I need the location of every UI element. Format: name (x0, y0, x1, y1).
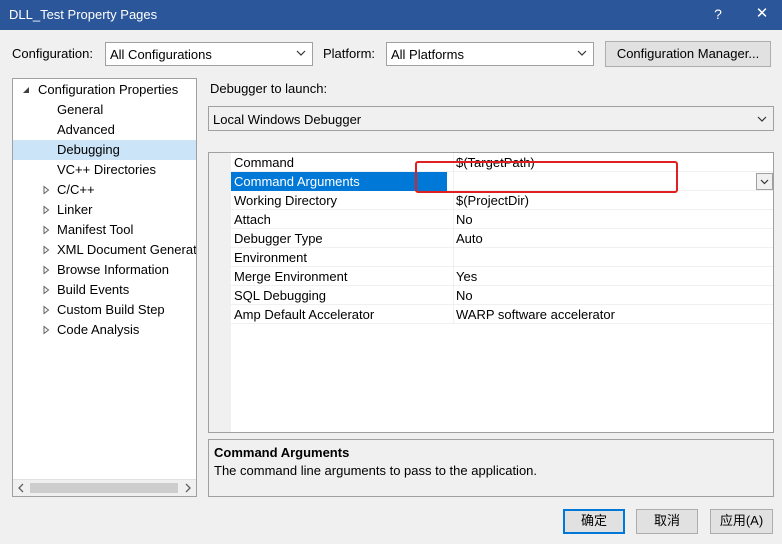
debugger-select[interactable]: Local Windows Debugger (208, 106, 774, 131)
property-name: Environment (234, 250, 307, 265)
tree-item-label: Browse Information (57, 262, 169, 277)
tree-item-label: C/C++ (57, 182, 95, 197)
property-value[interactable]: No (453, 286, 753, 305)
tree-item[interactable]: C/C++ (13, 180, 196, 200)
property-row[interactable]: Debugger Type Auto (231, 229, 773, 248)
scroll-right-icon[interactable] (183, 483, 193, 493)
configuration-manager-button[interactable]: Configuration Manager... (605, 41, 771, 67)
window-title: DLL_Test Property Pages (9, 7, 158, 22)
tree-item[interactable]: Linker (13, 200, 196, 220)
configuration-label: Configuration: (12, 46, 93, 61)
tree-item[interactable]: Manifest Tool (13, 220, 196, 240)
title-bar: DLL_Test Property Pages ? ✕ (0, 0, 782, 30)
collapsed-triangle-icon[interactable] (41, 325, 51, 335)
collapsed-triangle-icon[interactable] (41, 225, 51, 235)
property-value[interactable] (453, 248, 753, 267)
scroll-thumb[interactable] (30, 483, 178, 493)
collapsed-triangle-icon[interactable] (41, 265, 51, 275)
collapsed-triangle-icon[interactable] (41, 305, 51, 315)
property-row[interactable]: Amp Default Accelerator WARP software acc… (231, 305, 773, 324)
tree-item[interactable]: Advanced (13, 120, 196, 140)
ok-button[interactable]: 确定 (563, 509, 625, 534)
cancel-button[interactable]: 取消 (636, 509, 698, 534)
property-row[interactable]: Environment (231, 248, 773, 267)
platform-select[interactable]: All Platforms (386, 42, 594, 66)
tree-item-label: Code Analysis (57, 322, 140, 337)
configuration-select[interactable]: All Configurations (105, 42, 313, 66)
chevron-down-icon (577, 50, 587, 56)
chevron-down-icon (296, 50, 306, 56)
chevron-down-icon (760, 179, 769, 185)
property-grid[interactable]: Command $(TargetPath) Command Arguments Wor… (208, 152, 774, 433)
property-name: Merge Environment (234, 269, 348, 284)
tree-item[interactable]: XML Document Generat (13, 240, 196, 260)
collapsed-triangle-icon[interactable] (41, 245, 51, 255)
tree-item[interactable]: Build Events (13, 280, 196, 300)
description-text: The command line arguments to pass to th… (214, 463, 538, 478)
property-value[interactable]: No (453, 210, 753, 229)
tree-item[interactable]: Configuration Properties (13, 80, 196, 100)
property-row[interactable]: Working Directory $(ProjectDir) (231, 191, 773, 210)
property-tree[interactable]: Configuration Properties General Advanced D… (12, 78, 197, 497)
platform-label: Platform: (323, 46, 376, 61)
tree-item[interactable]: Code Analysis (13, 320, 196, 340)
grid-gutter (209, 153, 231, 432)
property-value[interactable]: Yes (453, 267, 753, 286)
property-row[interactable]: Attach No (231, 210, 773, 229)
tree-item[interactable]: Browse Information (13, 260, 196, 280)
tree-horizontal-scrollbar[interactable] (13, 479, 196, 496)
tree-item-label: Build Events (57, 282, 130, 297)
property-row[interactable]: SQL Debugging No (231, 286, 773, 305)
property-name: Debugger Type (234, 231, 323, 246)
property-name: Attach (234, 212, 271, 227)
tree-item-label: Debugging (57, 142, 120, 157)
close-button[interactable]: ✕ (752, 4, 772, 24)
description-title: Command Arguments (214, 445, 350, 460)
tree-item-label: Custom Build Step (57, 302, 165, 317)
debugger-value: Local Windows Debugger (213, 112, 362, 127)
description-panel: Command Arguments The command line argum… (208, 439, 774, 497)
property-name: SQL Debugging (234, 288, 327, 303)
configuration-value: All Configurations (110, 47, 212, 62)
tree-item-label: Advanced (57, 122, 115, 137)
tree-item-label: VC++ Directories (57, 162, 156, 177)
tree-item[interactable]: General (13, 100, 196, 120)
chevron-down-icon (757, 116, 767, 122)
collapsed-triangle-icon[interactable] (41, 185, 51, 195)
platform-value: All Platforms (391, 47, 464, 62)
property-value[interactable]: WARP software accelerator (453, 305, 753, 324)
tree-item[interactable]: Debugging (13, 140, 196, 160)
tree-item-label: Linker (57, 202, 93, 217)
property-row[interactable]: Merge Environment Yes (231, 267, 773, 286)
property-value[interactable]: Auto (453, 229, 753, 248)
tree-item-label: XML Document Generat (57, 242, 196, 257)
tree-item[interactable]: VC++ Directories (13, 160, 196, 180)
property-value[interactable]: $(ProjectDir) (453, 191, 753, 210)
help-button[interactable]: ? (708, 4, 728, 24)
collapsed-triangle-icon[interactable] (41, 285, 51, 295)
scroll-left-icon[interactable] (16, 483, 26, 493)
tree-item-label: Manifest Tool (57, 222, 134, 237)
highlight-box (415, 161, 678, 193)
debugger-label: Debugger to launch: (210, 81, 328, 96)
expanded-triangle-icon[interactable] (21, 85, 31, 95)
property-name: Working Directory (234, 193, 338, 208)
apply-button[interactable]: 应用(A) (710, 509, 773, 534)
property-dropdown-button[interactable] (756, 173, 773, 190)
property-name: Amp Default Accelerator (234, 307, 375, 322)
collapsed-triangle-icon[interactable] (41, 205, 51, 215)
tree-item-label: General (57, 102, 104, 117)
tree-item-label: Configuration Properties (38, 82, 179, 97)
tree-item[interactable]: Custom Build Step (13, 300, 196, 320)
